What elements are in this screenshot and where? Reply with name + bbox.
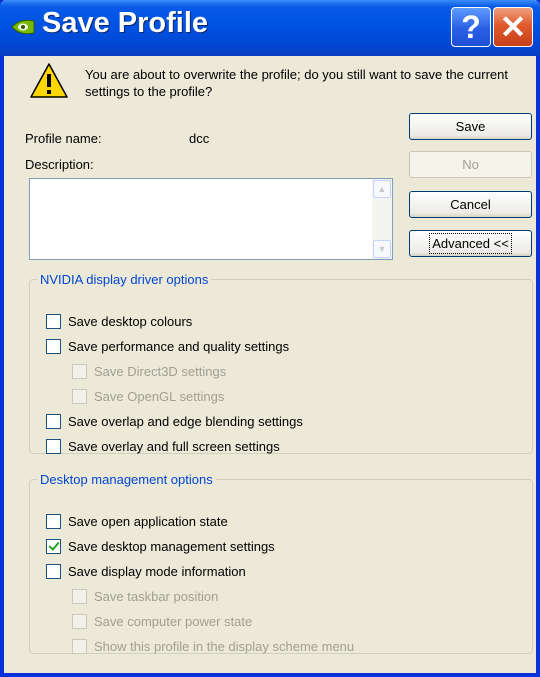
window-title: Save Profile [42,7,209,39]
checkbox[interactable] [72,388,87,404]
save-button[interactable]: Save [409,113,532,140]
option-save-performance-quality[interactable]: Save performance and quality settings [46,337,289,355]
overwrite-message: You are about to overwrite the profile; … [85,67,508,99]
help-icon: ? [461,8,481,45]
profile-name-value: dcc [189,131,210,146]
option-label: Save display mode information [68,563,246,579]
option-label: Save Direct3D settings [94,363,227,379]
option-label: Save overlay and full screen settings [68,438,280,454]
option-save-direct3d[interactable]: Save Direct3D settings [72,362,226,380]
option-save-desktop-management[interactable]: Save desktop management settings [46,537,275,555]
no-button-label: No [462,157,479,172]
no-button[interactable]: No [409,151,532,178]
option-save-open-application-state[interactable]: Save open application state [46,512,228,530]
option-label: Save performance and quality settings [68,338,290,354]
description-scrollbar[interactable]: ▲ ▼ [372,179,392,259]
option-save-overlay-full-screen[interactable]: Save overlay and full screen settings [46,437,280,455]
checkbox[interactable] [72,588,87,604]
description-label: Description: [25,157,94,172]
checkbox[interactable] [46,413,61,429]
checkbox[interactable] [46,513,61,529]
option-label: Save desktop colours [68,313,193,329]
checkbox[interactable] [46,313,61,329]
nvidia-options-legend: NVIDIA display driver options [40,272,209,287]
description-input[interactable] [30,179,372,259]
option-save-desktop-colours[interactable]: Save desktop colours [46,312,192,330]
option-label: Save taskbar position [94,588,219,604]
checkbox[interactable] [72,613,87,629]
option-save-display-mode[interactable]: Save display mode information [46,562,246,580]
desktop-management-group: Desktop management options Save open app… [29,472,533,654]
cancel-button-label: Cancel [450,197,491,212]
nvidia-app-icon [11,19,35,35]
checkbox[interactable] [46,438,61,454]
warning-icon [30,63,68,98]
cancel-button[interactable]: Cancel [409,191,532,218]
option-show-in-display-scheme-menu[interactable]: Show this profile in the display scheme … [72,637,354,655]
checkbox[interactable] [72,638,87,654]
title-bar[interactable]: Save Profile ? ✕ [0,0,540,56]
option-save-opengl[interactable]: Save OpenGL settings [72,387,224,405]
save-button-label: Save [455,119,486,134]
close-button[interactable]: ✕ [493,7,533,47]
advanced-button[interactable]: Advanced << [409,230,532,257]
option-save-taskbar-position[interactable]: Save taskbar position [72,587,218,605]
advanced-button-label: Advanced << [429,233,512,254]
profile-name-label: Profile name: [25,131,102,146]
nvidia-options-group: NVIDIA display driver options Save deskt… [29,272,533,454]
checkbox[interactable] [46,563,61,579]
option-label: Show this profile in the display scheme … [94,638,355,654]
checkbox-checked[interactable] [46,538,61,554]
option-label: Save computer power state [94,613,253,629]
help-button[interactable]: ? [451,7,491,47]
option-label: Save OpenGL settings [94,388,225,404]
close-icon: ✕ [499,9,527,45]
description-field[interactable]: ▲ ▼ [29,178,393,260]
option-save-computer-power-state[interactable]: Save computer power state [72,612,252,630]
scroll-up-icon[interactable]: ▲ [373,180,391,198]
scroll-down-icon[interactable]: ▼ [373,240,391,258]
desktop-management-legend: Desktop management options [40,472,213,487]
checkbox[interactable] [46,338,61,354]
option-label: Save desktop management settings [68,538,275,554]
save-profile-dialog: Save Profile ? ✕ You are about to overwr… [0,0,540,677]
option-label: Save open application state [68,513,228,529]
option-label: Save overlap and edge blending settings [68,413,303,429]
checkbox[interactable] [72,363,87,379]
option-save-overlap-edge-blending[interactable]: Save overlap and edge blending settings [46,412,303,430]
